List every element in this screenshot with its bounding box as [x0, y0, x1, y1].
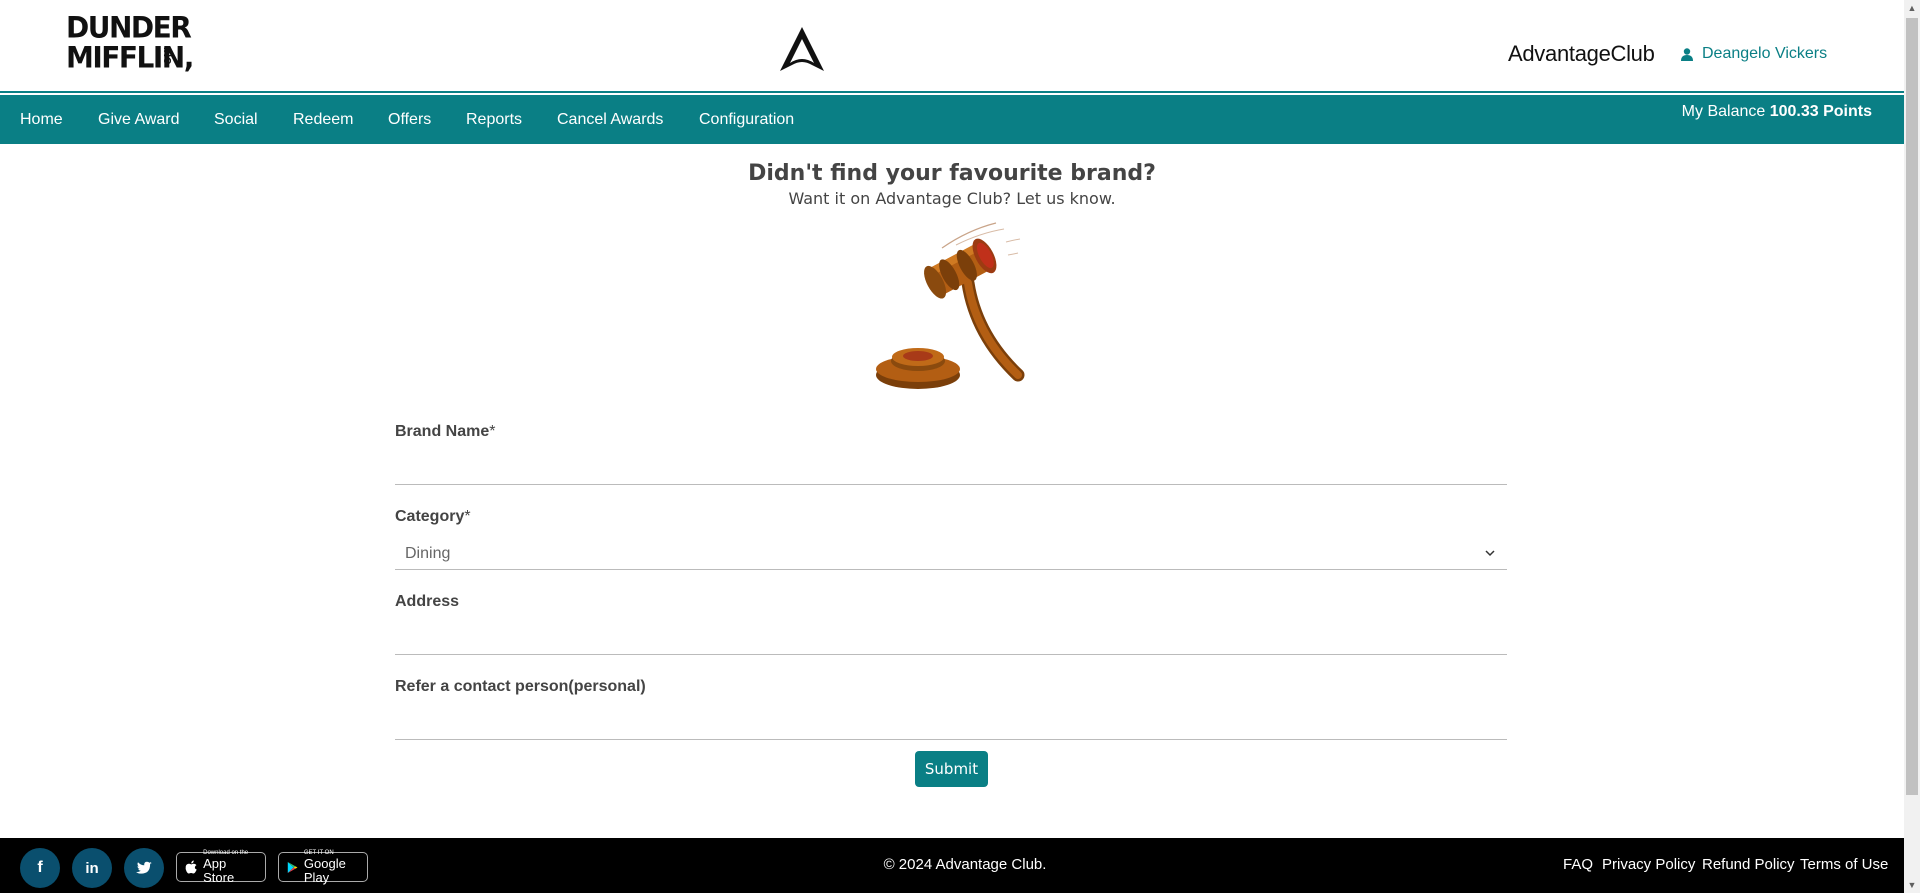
footer-link-faq[interactable]: FAQ: [1563, 856, 1593, 873]
top-header: DUNDER MIFFLIN, INC AdvantageClub Deange…: [0, 0, 1904, 93]
address-input[interactable]: [395, 623, 1507, 655]
contact-person-input[interactable]: [395, 708, 1507, 740]
company-logo-inc: INC: [161, 47, 172, 65]
nav-item-give-award[interactable]: Give Award: [98, 95, 180, 144]
nav-item-home[interactable]: Home: [20, 95, 63, 144]
brand-name-input[interactable]: [395, 453, 1507, 485]
footer-link-terms-of-use[interactable]: Terms of Use: [1800, 856, 1888, 873]
company-logo-line1: DUNDER: [66, 10, 192, 45]
balance-display[interactable]: My Balance 100.33 Points: [1682, 95, 1872, 144]
contact-person-label: Refer a contact person(personal): [395, 678, 646, 695]
brand-name-label-text: Brand Name: [395, 423, 490, 440]
gavel-illustration: [876, 222, 1025, 389]
balance-label: My Balance: [1681, 103, 1766, 120]
submit-button[interactable]: Submit: [915, 751, 988, 787]
app-name: AdvantageClub: [1508, 41, 1655, 66]
footer-link-refund-policy[interactable]: Refund Policy: [1702, 856, 1795, 873]
page: DUNDER MIFFLIN, INC AdvantageClub Deange…: [0, 0, 1920, 893]
balance-value: 100.33 Points: [1769, 103, 1872, 120]
chevron-down-icon: [1485, 550, 1495, 557]
category-label-text: Category: [395, 508, 465, 525]
nav-item-social[interactable]: Social: [214, 95, 258, 144]
scroll-up-arrow[interactable]: ▲: [1904, 0, 1920, 16]
category-select[interactable]: Dining: [395, 538, 1507, 570]
nav-item-cancel-awards[interactable]: Cancel Awards: [557, 95, 663, 144]
page-subtitle: Want it on Advantage Club? Let us know.: [788, 189, 1116, 208]
nav-item-configuration[interactable]: Configuration: [699, 95, 794, 144]
main-nav: Home Give Award Social Redeem Offers Rep…: [0, 95, 1904, 144]
user-name: Deangelo Vickers: [1702, 45, 1828, 62]
nav-item-offers[interactable]: Offers: [388, 95, 431, 144]
address-label: Address: [395, 593, 460, 610]
nav-item-reports[interactable]: Reports: [466, 95, 522, 144]
user-icon: [1681, 47, 1693, 61]
footer-link-privacy-policy[interactable]: Privacy Policy: [1602, 856, 1695, 873]
brand-name-label: Brand Name*: [395, 423, 495, 441]
category-selected-value: Dining: [405, 545, 451, 562]
nav-item-redeem[interactable]: Redeem: [293, 95, 353, 144]
company-logo[interactable]: DUNDER MIFFLIN, INC: [66, 10, 194, 77]
scroll-thumb[interactable]: [1906, 18, 1918, 795]
scroll-down-arrow[interactable]: ▼: [1904, 877, 1920, 893]
category-label: Category*: [395, 508, 471, 526]
footer: f in Download on the App Store GET IT ON…: [0, 838, 1904, 893]
required-mark: *: [489, 423, 496, 440]
page-title: Didn't find your favourite brand?: [748, 161, 1156, 186]
page-scrollbar[interactable]: ▲ ▼: [1904, 0, 1920, 893]
brand-a-icon[interactable]: [776, 25, 828, 75]
required-mark: *: [464, 508, 471, 525]
user-menu[interactable]: Deangelo Vickers: [1681, 45, 1827, 63]
